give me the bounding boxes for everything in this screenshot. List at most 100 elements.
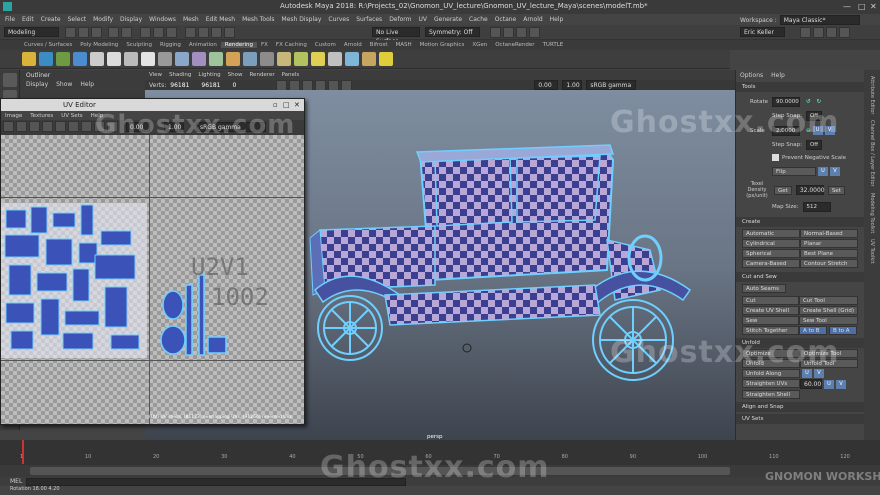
menu-file[interactable]: File — [5, 16, 15, 23]
menu-mesh-tools[interactable]: Mesh Tools — [242, 16, 274, 23]
rotate-ccw-icon[interactable]: ↺ — [806, 99, 811, 105]
uv-canvas[interactable]: U2V1 1002 (UV) UV shells, (81173) overla… — [1, 135, 304, 424]
live-surface-field[interactable]: No Live Surface — [372, 27, 420, 45]
outliner-menu-display[interactable]: Display — [26, 81, 48, 88]
toolkit-menu-options[interactable]: Options — [740, 72, 763, 79]
create-cylindrical-button[interactable]: Cylindrical — [742, 239, 800, 248]
new-scene-icon[interactable] — [65, 26, 76, 38]
render-icon[interactable] — [490, 27, 501, 38]
shelf-tab-custom[interactable]: Custom — [311, 42, 340, 48]
menu-arnold[interactable]: Arnold — [523, 16, 542, 23]
snap-grid-icon[interactable] — [185, 26, 196, 38]
shelf-tab-rendering[interactable]: Rendering — [220, 42, 257, 48]
create-automatic-button[interactable]: Automatic — [742, 229, 800, 238]
directional-light-icon[interactable] — [124, 52, 138, 66]
spot-light-icon[interactable] — [107, 52, 121, 66]
checker-icon[interactable] — [260, 52, 274, 66]
create-planar-button[interactable]: Planar — [800, 239, 858, 248]
outliner-menu-help[interactable]: Help — [80, 81, 94, 88]
minimize-icon[interactable]: — — [843, 2, 851, 11]
get-texel-button[interactable]: Get — [774, 185, 792, 195]
maximize-icon[interactable]: □ — [858, 2, 866, 11]
create-header[interactable]: Create — [736, 217, 864, 227]
snap-point-icon[interactable] — [211, 26, 222, 38]
camera-icon[interactable] — [328, 52, 342, 66]
select-hierarchy-icon[interactable] — [140, 26, 151, 38]
create-spherical-button[interactable]: Spherical — [742, 249, 800, 258]
viewport-menu-renderer[interactable]: Renderer — [249, 72, 274, 78]
uv-sets-header[interactable]: UV Sets — [736, 414, 864, 424]
playblast-icon[interactable] — [311, 52, 325, 66]
snap-curve-icon[interactable] — [198, 26, 209, 38]
create-shell-grid-button[interactable]: Create Shell (Grid) — [798, 306, 858, 315]
prevent-negative-checkbox[interactable] — [772, 154, 779, 161]
create-uv-shell-button[interactable]: Create UV Shell — [742, 306, 799, 315]
viewport-menu-shading[interactable]: Shading — [169, 72, 191, 78]
wireframe-icon[interactable] — [276, 79, 288, 91]
b-to-a-button[interactable]: B to A — [828, 326, 857, 335]
redo-icon[interactable] — [121, 26, 132, 38]
unfold-v-button[interactable]: V — [814, 369, 824, 378]
user-account[interactable]: Eric Keller — [740, 27, 785, 37]
render-sequence-icon[interactable] — [294, 52, 308, 66]
create-best-plane-button[interactable]: Best Plane — [800, 249, 858, 258]
sew-tool-button[interactable]: Sew Tool — [798, 316, 858, 325]
select-object-icon[interactable] — [153, 26, 164, 38]
menu-surfaces[interactable]: Surfaces — [356, 16, 382, 23]
mesh-light-icon[interactable] — [362, 52, 376, 66]
lighting-icon[interactable] — [315, 79, 327, 91]
flip-button[interactable]: Flip — [772, 167, 816, 176]
render-settings-icon[interactable] — [56, 52, 70, 66]
xray-icon[interactable] — [341, 79, 353, 91]
snap-view-icon[interactable] — [224, 26, 235, 38]
align-snap-header[interactable]: Align and Snap — [736, 402, 864, 412]
sew-button[interactable]: Sew — [742, 316, 799, 325]
outliner-menu-show[interactable]: Show — [56, 81, 72, 88]
render-settings-icon[interactable] — [516, 27, 527, 38]
hypershade-icon[interactable] — [73, 52, 87, 66]
stitch-together-button[interactable]: Stitch Together — [742, 326, 799, 335]
save-scene-icon[interactable] — [91, 26, 102, 38]
workspace-select[interactable]: Maya Classic* — [779, 15, 860, 25]
tool-settings-icon[interactable] — [826, 27, 837, 38]
a-to-b-button[interactable]: A to B — [798, 326, 827, 335]
map-size-value[interactable]: 512 — [802, 201, 831, 212]
render-current-frame-icon[interactable] — [22, 52, 36, 66]
side-tab-modeling-toolkit[interactable]: Modeling Toolkit — [869, 193, 875, 233]
cut-tool-button[interactable]: Cut Tool — [798, 296, 858, 305]
sky-dome-icon[interactable] — [345, 52, 359, 66]
viewport-menu-view[interactable]: View — [149, 72, 162, 78]
shelf-tab-fx-caching[interactable]: FX Caching — [272, 42, 311, 48]
menu-modify[interactable]: Modify — [93, 16, 113, 23]
uv-checker-icon[interactable] — [29, 121, 40, 132]
shelf-tab-xgen[interactable]: XGen — [468, 42, 491, 48]
menu-help[interactable]: Help — [550, 16, 564, 23]
uv-grid-icon[interactable] — [3, 121, 14, 132]
file-texture-icon[interactable] — [277, 52, 291, 66]
shelf-tab-curves-surfaces[interactable]: Curves / Surfaces — [20, 42, 76, 48]
close-icon[interactable]: ✕ — [870, 2, 877, 11]
lambert-icon[interactable] — [192, 52, 206, 66]
cut-button[interactable]: Cut — [742, 296, 799, 305]
toolkit-menu-help[interactable]: Help — [771, 72, 785, 79]
uv-menu-image[interactable]: Image — [5, 113, 22, 119]
hypershade-icon[interactable] — [529, 27, 540, 38]
straighten-uvs-button[interactable]: Straighten UVs — [742, 379, 800, 388]
side-tab-channel-box-layer-editor[interactable]: Channel Box / Layer Editor — [869, 120, 875, 187]
side-tab-attribute-editor[interactable]: Attribute Editor — [869, 76, 875, 114]
shelf-tab-rigging[interactable]: Rigging — [156, 42, 185, 48]
select-tool-icon[interactable] — [2, 73, 17, 87]
unfold-u-button[interactable]: U — [802, 369, 812, 378]
flip-v-button[interactable]: V — [830, 167, 840, 176]
mode-select[interactable]: Modeling — [4, 27, 59, 37]
uv-distortion-icon[interactable] — [42, 121, 53, 132]
menu-cache[interactable]: Cache — [469, 16, 488, 23]
viewport-menu-panels[interactable]: Panels — [282, 72, 300, 78]
shelf-tab-animation[interactable]: Animation — [185, 42, 221, 48]
surface-shader-icon[interactable] — [226, 52, 240, 66]
viewport-colorspace[interactable]: sRGB gamma — [586, 80, 637, 90]
menu-edit[interactable]: Edit — [22, 16, 34, 23]
shelf-tab-bifrost[interactable]: Bifrost — [366, 42, 392, 48]
uv-filter-icon[interactable] — [81, 121, 92, 132]
attribute-editor-icon[interactable] — [813, 27, 824, 38]
